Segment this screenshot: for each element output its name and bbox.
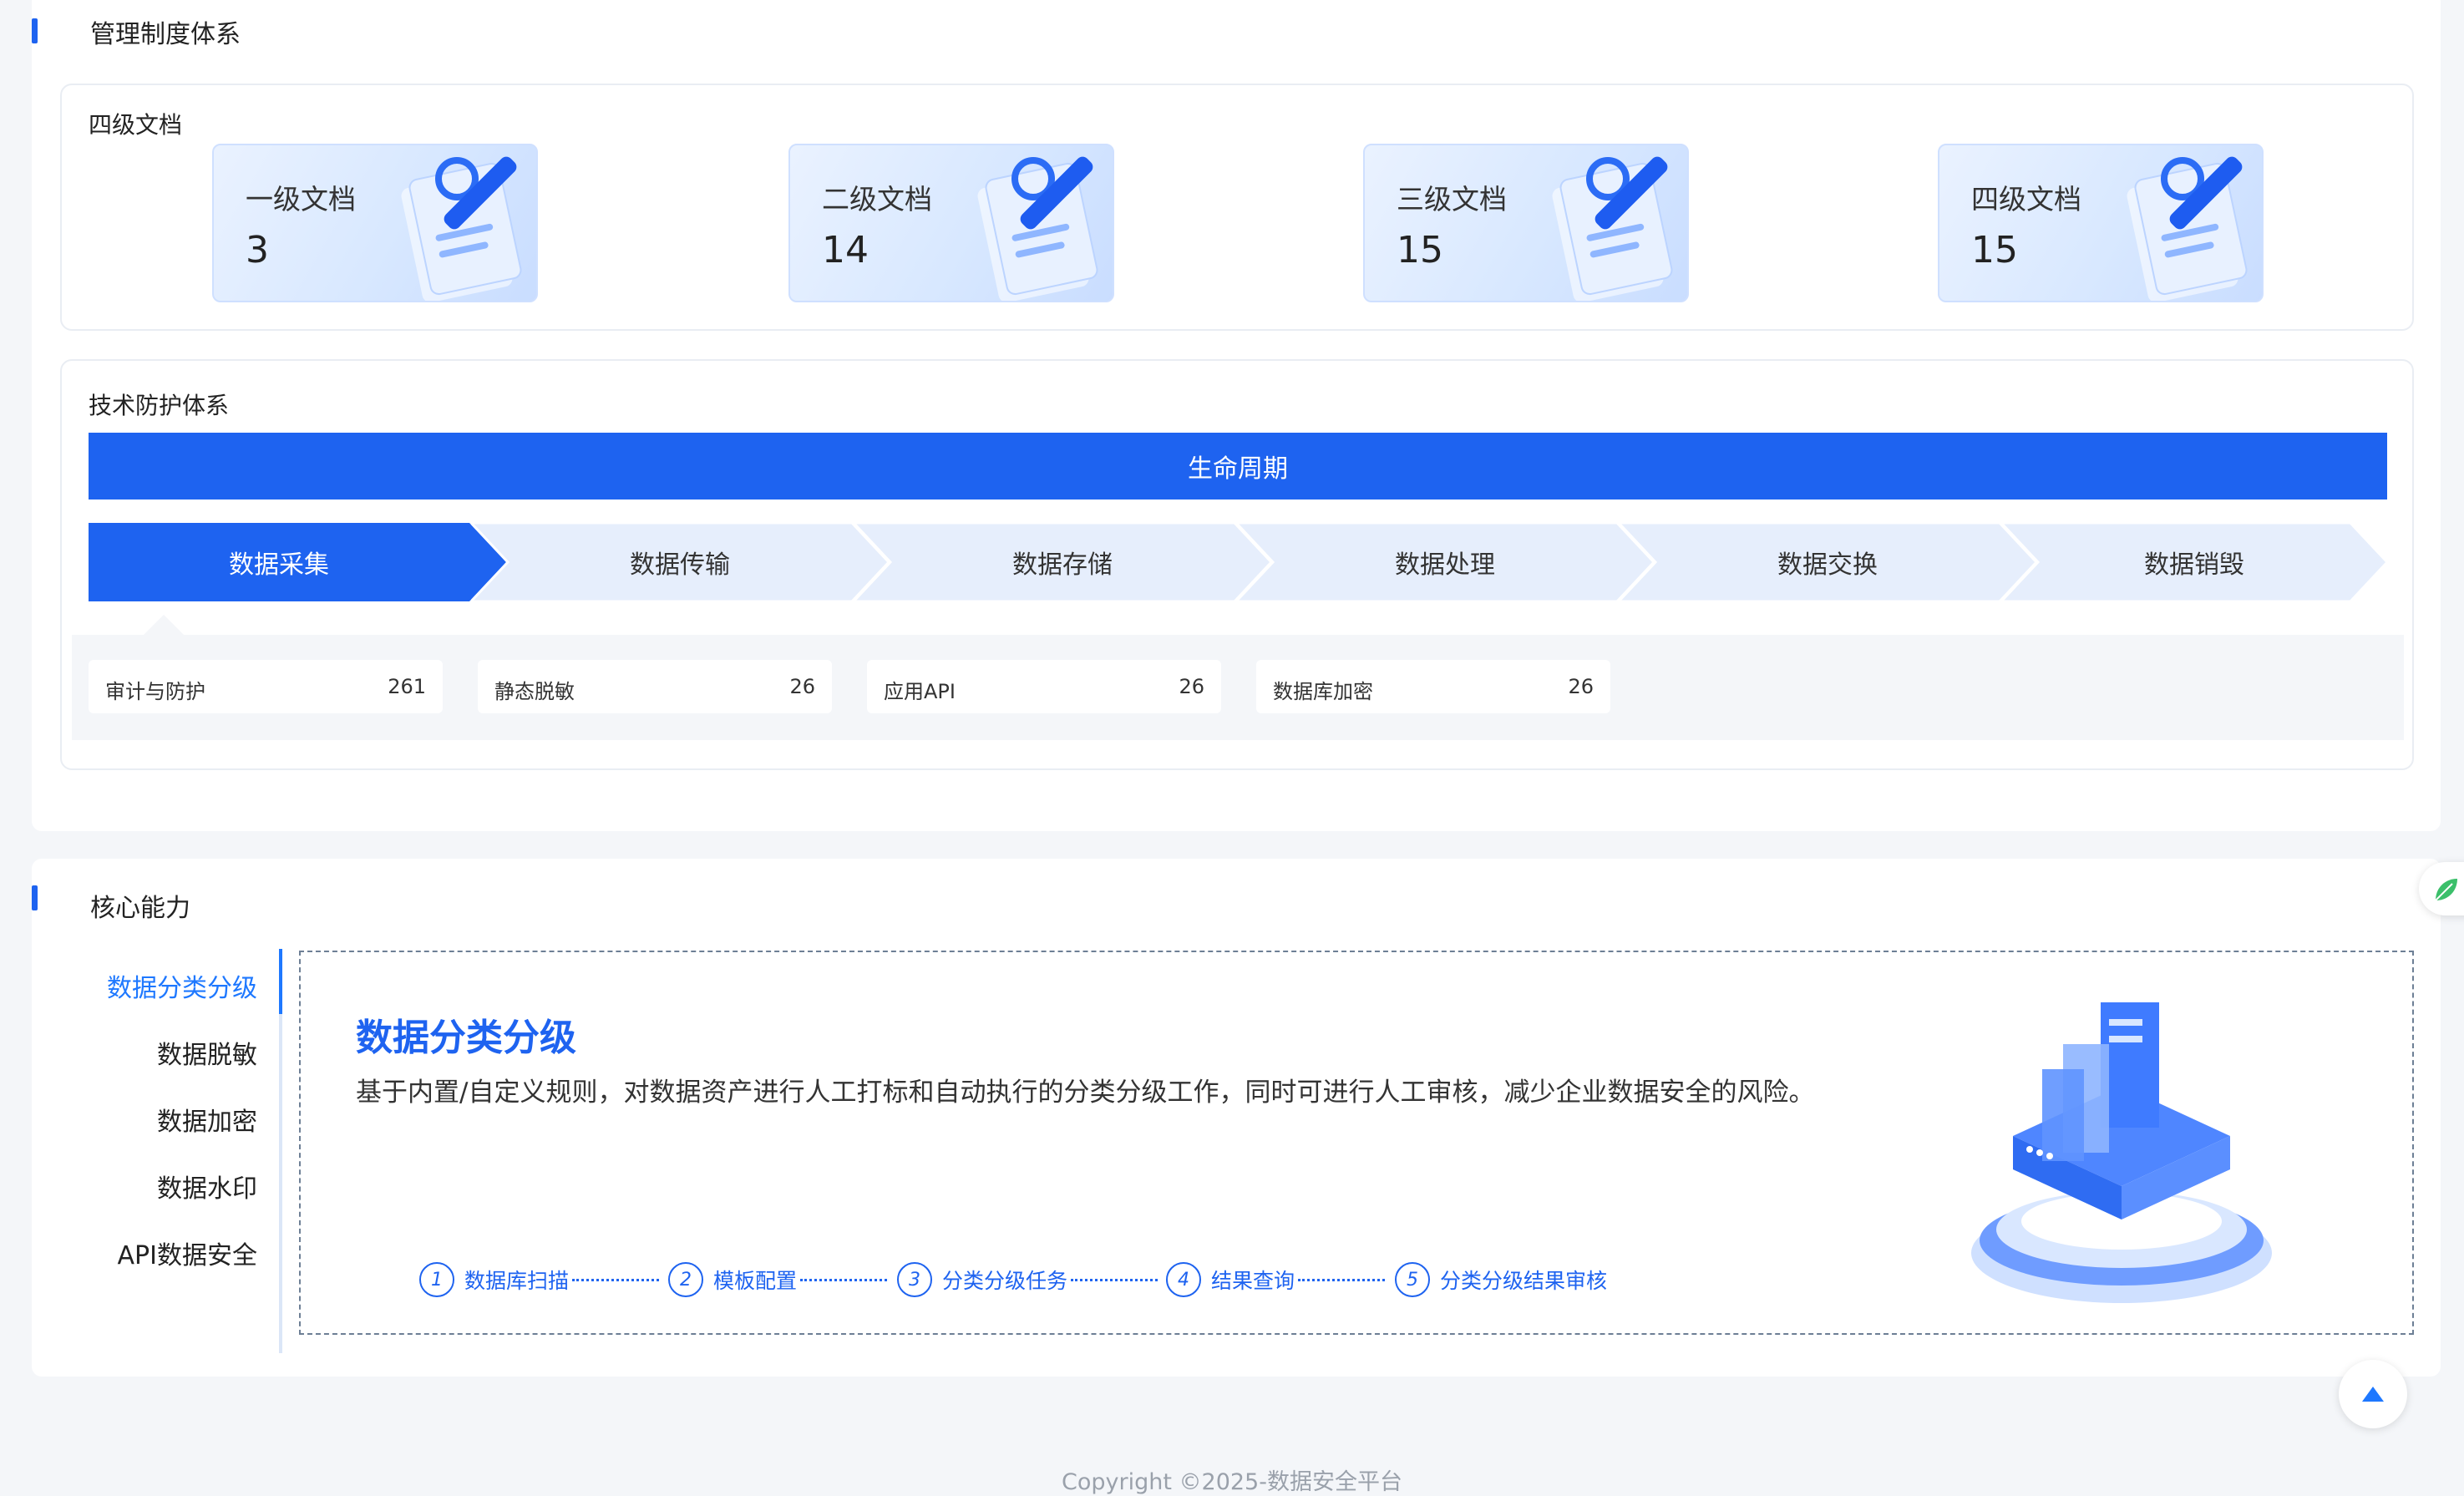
step-label: 模板配置 (713, 1269, 798, 1293)
stage-data-transmission[interactable]: 数据传输 (471, 523, 889, 601)
stage-data-processing[interactable]: 数据处理 (1236, 523, 1654, 601)
doc-tile-name: 四级文档 (1971, 183, 2081, 216)
step-connector (1071, 1278, 1158, 1281)
leaf-icon (2435, 879, 2457, 901)
stage-data-destruction[interactable]: 数据销毁 (2001, 523, 2387, 601)
process-step: 1 数据库扫描 (419, 1261, 660, 1298)
stage-label: 数据销毁 (2144, 550, 2244, 580)
process-step: 4 结果查询 (1166, 1261, 1386, 1298)
metric-name: 数据库加密 (1273, 680, 1373, 703)
doc-tile-name: 二级文档 (822, 183, 932, 216)
step-label: 分类分级结果审核 (1440, 1269, 1608, 1293)
section-accent-bar (32, 18, 38, 43)
document-edit-icon (2127, 156, 2248, 301)
metric-value: 26 (1568, 675, 1594, 698)
doc-tile-level4[interactable]: 四级文档 15 (1938, 144, 2264, 302)
process-step: 3 分类分级任务 (897, 1261, 1158, 1298)
four-level-doc-card: 四级文档 一级文档 3 二级文档 14 三级文档 15 四级文档 15 (60, 84, 2414, 331)
document-edit-icon (977, 156, 1098, 301)
card-label: 四级文档 (89, 111, 183, 139)
step-connector (800, 1278, 888, 1281)
active-stage-caret (142, 615, 185, 636)
metric-value: 26 (789, 675, 815, 698)
section-title-core: 核心能力 (90, 894, 190, 923)
data-server-illustration (1971, 1002, 2272, 1303)
step-number: 4 (1166, 1262, 1201, 1297)
doc-tile-value: 15 (1971, 229, 2018, 271)
step-number: 1 (419, 1262, 454, 1297)
step-connector (572, 1278, 660, 1281)
process-step: 2 模板配置 (668, 1261, 888, 1298)
footer-copyright: Copyright ©2025-数据安全平台 (1062, 1469, 1402, 1495)
stage-label: 数据存储 (1012, 550, 1113, 580)
doc-tile-name: 三级文档 (1397, 183, 1507, 216)
tab-classification[interactable]: 数据分类分级 (107, 967, 257, 1004)
lifecycle-header: 生命周期 (89, 433, 2387, 500)
doc-tile-value: 3 (246, 229, 269, 271)
metric-value: 261 (388, 675, 426, 698)
process-step: 5 分类分级结果审核 (1395, 1261, 1607, 1298)
doc-tile-level1[interactable]: 一级文档 3 (212, 144, 538, 302)
metric-card[interactable]: 静态脱敏 26 (478, 660, 832, 713)
step-label: 分类分级任务 (942, 1269, 1068, 1293)
tab-api-security[interactable]: API数据安全 (118, 1235, 257, 1271)
tab-rail-active (279, 949, 282, 1014)
metric-card[interactable]: 审计与防护 261 (89, 660, 443, 713)
back-to-top-button[interactable] (2339, 1360, 2407, 1428)
metric-value: 26 (1179, 675, 1204, 698)
stage-label: 数据传输 (630, 550, 730, 580)
stage-metrics: 审计与防护 261 静态脱敏 26 应用API 26 数据库加密 26 (72, 635, 2404, 740)
core-capability-panel: 核心能力 数据分类分级 数据脱敏 数据加密 数据水印 API数据安全 数据分类分… (32, 859, 2441, 1377)
caret-up-icon (2362, 1387, 2384, 1402)
stage-data-exchange[interactable]: 数据交换 (1619, 523, 2036, 601)
step-number: 3 (897, 1262, 932, 1297)
metric-name: 审计与防护 (105, 680, 205, 703)
tab-desensitization[interactable]: 数据脱敏 (157, 1034, 257, 1071)
detail-title: 数据分类分级 (356, 1017, 576, 1059)
doc-tile-name: 一级文档 (246, 183, 356, 216)
step-label: 数据库扫描 (464, 1269, 570, 1293)
tab-encryption[interactable]: 数据加密 (157, 1101, 257, 1138)
metric-name: 静态脱敏 (494, 680, 575, 703)
doc-tile-level3[interactable]: 三级文档 15 (1363, 144, 1689, 302)
step-connector (1298, 1278, 1386, 1281)
step-label: 结果查询 (1211, 1269, 1295, 1293)
stage-label: 数据采集 (229, 550, 329, 580)
document-edit-icon (1552, 156, 1673, 301)
section-title-management: 管理制度体系 (90, 20, 241, 49)
tab-watermark[interactable]: 数据水印 (157, 1168, 257, 1204)
lifecycle-stages: 数据采集 数据传输 数据存储 数据处理 数据交换 数据销毁 (89, 523, 2387, 601)
management-panel: 管理制度体系 四级文档 一级文档 3 二级文档 14 三级文档 15 四级文档 … (32, 0, 2441, 831)
document-edit-icon (401, 156, 522, 301)
step-number: 5 (1395, 1262, 1430, 1297)
stage-label: 数据处理 (1395, 550, 1495, 580)
stage-data-collection[interactable]: 数据采集 (89, 523, 506, 601)
metric-card[interactable]: 数据库加密 26 (1256, 660, 1610, 713)
metric-name: 应用API (884, 680, 956, 703)
doc-tile-value: 15 (1397, 229, 1443, 271)
stage-data-storage[interactable]: 数据存储 (854, 523, 1271, 601)
stage-label: 数据交换 (1777, 550, 1878, 580)
metric-card[interactable]: 应用API 26 (867, 660, 1221, 713)
section-accent-bar (32, 885, 38, 910)
capability-detail: 数据分类分级 基于内置/自定义规则，对数据资产进行人工打标和自动执行的分类分级工… (299, 951, 2414, 1335)
detail-description: 基于内置/自定义规则，对数据资产进行人工打标和自动执行的分类分级工作，同时可进行… (356, 1078, 1815, 1108)
step-number: 2 (668, 1262, 703, 1297)
doc-tile-value: 14 (822, 229, 869, 271)
card-label: 技术防护体系 (89, 392, 230, 419)
doc-tile-level2[interactable]: 二级文档 14 (788, 144, 1114, 302)
